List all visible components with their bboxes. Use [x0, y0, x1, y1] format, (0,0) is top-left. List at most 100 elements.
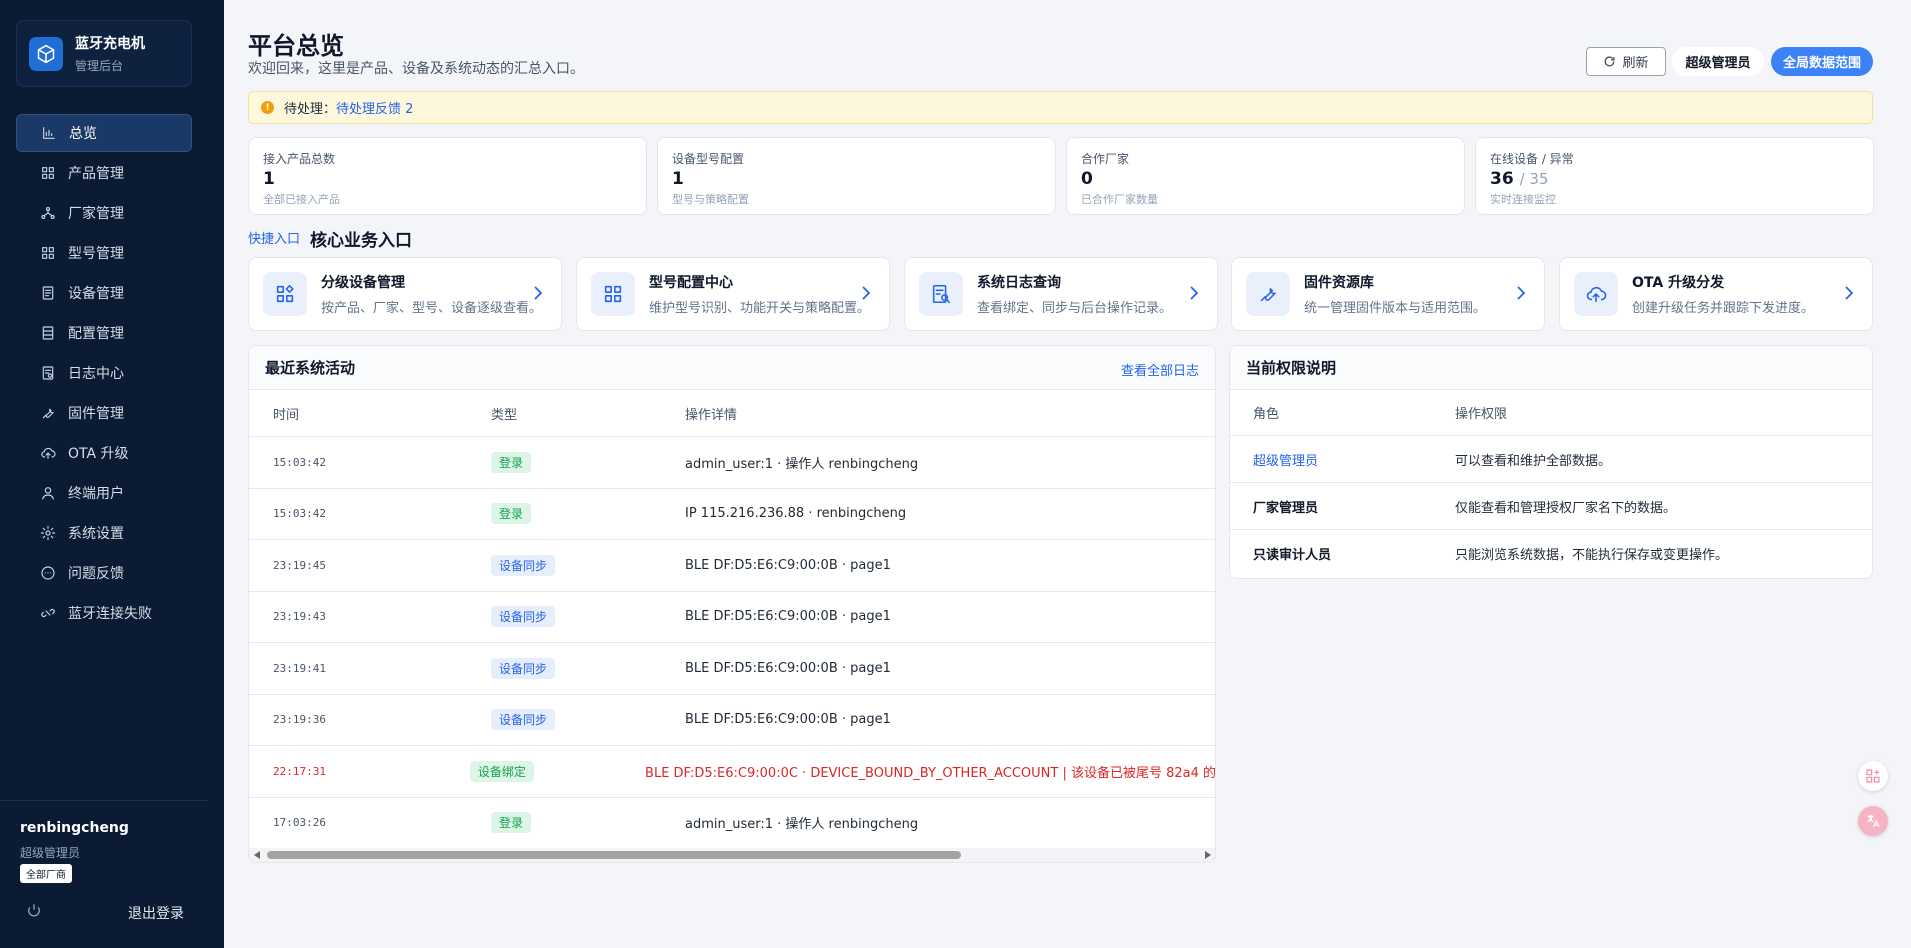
sidebar-item-11[interactable]: 问题反馈	[16, 554, 192, 592]
user-name: renbingcheng	[20, 820, 129, 836]
role-button[interactable]: 超级管理员	[1672, 47, 1764, 76]
stat-card: 设备型号配置 1 型号与策略配置	[657, 137, 1056, 215]
sidebar-item-label: 总览	[69, 126, 97, 142]
brand[interactable]: 蓝牙充电机 管理后台	[16, 20, 192, 87]
brand-title: 蓝牙充电机	[75, 36, 145, 52]
sidebar-item-8[interactable]: OTA 升级	[16, 434, 192, 472]
col-time: 时间	[273, 408, 300, 423]
quick-entry-desc: 统一管理固件版本与适用范围。	[1304, 301, 1487, 316]
permission-desc: 可以查看和维护全部数据。	[1455, 453, 1612, 469]
table-row[interactable]: 22:17:31 设备绑定 BLE DF:D5:E6:C9:00:0C · DEVI…	[249, 746, 1215, 798]
floating-apps-button[interactable]	[1858, 761, 1888, 791]
sidebar-item-0[interactable]: 总览	[16, 114, 192, 152]
sidebar-item-label: 型号管理	[68, 246, 124, 262]
activity-type-cell: 设备同步	[491, 606, 685, 628]
refresh-label: 刷新	[1622, 56, 1649, 71]
pending-feedback-link[interactable]: 待处理反馈 2	[336, 98, 413, 117]
pending-alert: ! 待处理： 待处理反馈 2	[248, 91, 1873, 124]
refresh-button[interactable]: 刷新	[1586, 47, 1666, 76]
grid-icon	[591, 272, 635, 316]
activity-type-cell: 登录	[491, 812, 685, 834]
stat-card: 接入产品总数 1 全部已接入产品	[248, 137, 647, 215]
sidebar-item-label: 日志中心	[68, 366, 124, 382]
quick-entry-card[interactable]: 型号配置中心维护型号识别、功能开关与策略配置。	[576, 257, 890, 331]
scroll-left-arrow[interactable]	[254, 851, 260, 859]
sidebar-item-3[interactable]: 型号管理	[16, 234, 192, 272]
stat-card: 合作厂家 0 已合作厂家数量	[1066, 137, 1465, 215]
sidebar-item-2[interactable]: 厂家管理	[16, 194, 192, 232]
floating-translate-button[interactable]	[1858, 806, 1888, 836]
table-row: 超级管理员 可以查看和维护全部数据。	[1230, 436, 1872, 483]
sidebar-item-12[interactable]: 蓝牙连接失败	[16, 594, 192, 632]
activity-type-cell: 登录	[491, 451, 685, 473]
quick-entry-card[interactable]: 分级设备管理 按产品、厂家、型号、设备逐级查看。	[248, 257, 562, 331]
log-search-icon	[919, 272, 963, 316]
table-row[interactable]: 23:19:36 设备同步 BLE DF:D5:E6:C9:00:0B · page…	[249, 695, 1215, 746]
activity-type-badge: 登录	[491, 812, 532, 834]
quick-entry-desc: 创建升级任务并跟踪下发进度。	[1632, 301, 1815, 316]
table-row[interactable]: 15:03:42 登录 admin_user:1 · 操作人 renbingchen…	[249, 437, 1215, 489]
sidebar-item-4[interactable]: 设备管理	[16, 274, 192, 312]
sidebar-item-5[interactable]: 配置管理	[16, 314, 192, 352]
quick-entry-card[interactable]: OTA 升级分发 创建升级任务并跟踪下发进度。	[1559, 257, 1873, 331]
sidebar-item-label: 设备管理	[68, 286, 124, 302]
sidebar-item-9[interactable]: 终端用户	[16, 474, 192, 512]
sidebar-item-7[interactable]: 固件管理	[16, 394, 192, 432]
cloud-upload-icon	[1574, 272, 1618, 316]
sidebar-nav: 总览产品管理 厂家管理型号管理设备管理配置管理日志中心固件管理 OTA 升级 终端用户…	[16, 114, 192, 634]
stat-value: 36 / 35	[1490, 169, 1859, 189]
quick-entry-card[interactable]: 固件资源库 统一管理固件版本与适用范围。	[1231, 257, 1545, 331]
quick-entry-title: 系统日志查询	[977, 275, 1061, 291]
log-icon	[40, 365, 56, 381]
table-row[interactable]: 23:19:43 设备同步 BLE DF:D5:E6:C9:00:0B · page…	[249, 592, 1215, 643]
quick-entry-title: 核心业务入口	[310, 231, 412, 251]
quick-entry-card[interactable]: 系统日志查询查看绑定、同步与后台操作记录。	[904, 257, 1218, 331]
activity-time: 23:19:41	[273, 661, 326, 675]
data-scope-button[interactable]: 全局数据范围	[1771, 47, 1873, 76]
stat-desc: 实时连接监控	[1490, 193, 1556, 206]
activity-detail: admin_user:1 · 操作人 renbingcheng	[685, 456, 919, 472]
translate-icon	[1867, 815, 1880, 828]
stat-value-number: 36	[1490, 169, 1514, 189]
refresh-icon	[1605, 56, 1615, 67]
activity-time: 17:03:26	[273, 816, 326, 830]
quick-entry-desc: 查看绑定、同步与后台操作记录。	[977, 301, 1173, 316]
network-icon	[40, 205, 56, 221]
activity-type-badge: 设备同步	[491, 657, 556, 679]
col-detail: 操作详情	[685, 408, 738, 423]
permissions-table: 角色 操作权限 超级管理员 可以查看和维护全部数据。 厂家管理员 仅能查看和管理授权厂…	[1230, 390, 1872, 577]
activity-time: 23:19:43	[273, 610, 326, 624]
table-row[interactable]: 17:03:26 登录 admin_user:1 · 操作人 renbingchen…	[249, 798, 1215, 849]
activity-time: 22:17:31	[273, 764, 326, 778]
activity-table-header: 时间 类型 操作详情	[249, 391, 1215, 437]
activity-time: 23:19:45	[273, 558, 326, 572]
logout-button[interactable]: 退出登录	[128, 903, 184, 923]
permission-desc: 仅能查看和管理授权厂家名下的数据。	[1455, 500, 1677, 516]
table-row[interactable]: 15:03:42 登录 IP 115.216.236.88 · renbingche…	[249, 489, 1215, 540]
activity-type-badge: 登录	[491, 503, 532, 525]
quick-entry-title: 型号配置中心	[649, 275, 733, 291]
sidebar-item-1[interactable]: 产品管理	[16, 154, 192, 192]
table-row[interactable]: 23:19:45 设备同步 BLE DF:D5:E6:C9:00:0B · page…	[249, 540, 1215, 592]
chevron-right-icon	[862, 286, 871, 300]
sidebar-item-10[interactable]: 系统设置	[16, 514, 192, 552]
horizontal-scrollbar[interactable]	[249, 848, 1215, 862]
grid-icon	[40, 165, 56, 181]
chevron-right-icon	[1845, 286, 1854, 300]
quick-entry-desc: 维护型号识别、功能开关与策略配置。	[649, 301, 871, 316]
page-subtitle: 欢迎回来，这里是产品、设备及系统动态的汇总入口。	[248, 61, 584, 77]
sidebar-item-6[interactable]: 日志中心	[16, 354, 192, 392]
activity-type-badge: 设备同步	[491, 709, 556, 731]
stat-value-number: 0	[1081, 169, 1093, 189]
activity-type-badge: 登录	[491, 451, 532, 473]
scroll-right-arrow[interactable]	[1205, 851, 1211, 859]
view-all-logs-link[interactable]: 查看全部日志	[1121, 360, 1199, 379]
activity-time: 15:03:42	[273, 507, 326, 521]
wrench-icon	[1246, 272, 1290, 316]
table-row[interactable]: 23:19:41 设备同步 BLE DF:D5:E6:C9:00:0B · page…	[249, 643, 1215, 695]
recent-activity-title: 最近系统活动	[265, 359, 356, 377]
scrollbar-thumb[interactable]	[267, 851, 961, 859]
stat-value: 1	[672, 169, 1041, 189]
power-icon[interactable]	[26, 903, 42, 919]
permission-role[interactable]: 超级管理员	[1230, 450, 1455, 469]
